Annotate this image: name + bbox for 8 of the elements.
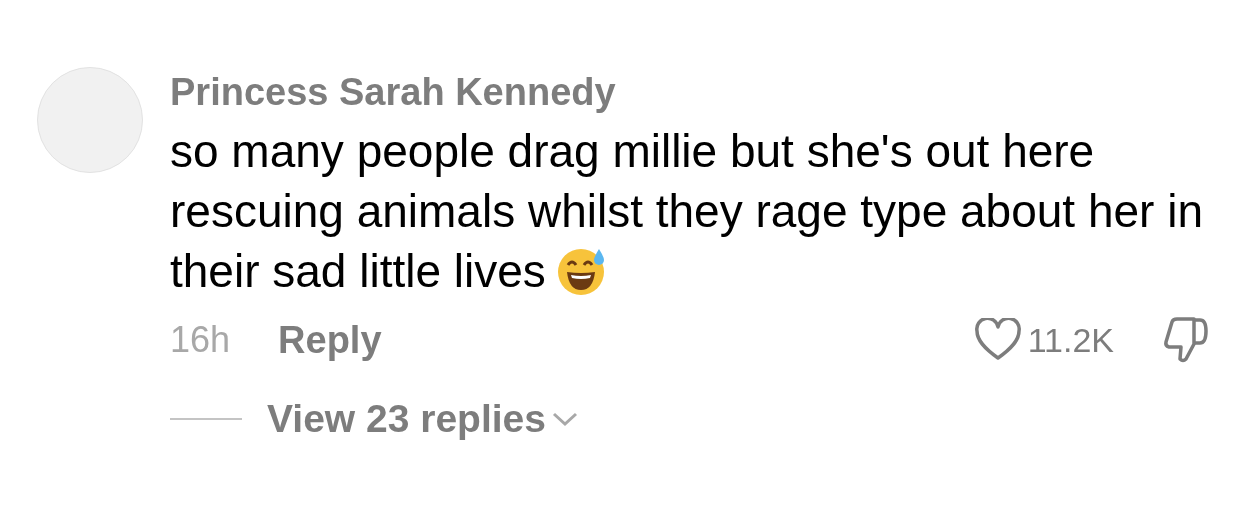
heart-icon [973,318,1022,362]
chevron-down-icon [551,411,578,427]
like-button[interactable]: 11.2K [973,318,1114,362]
author-name[interactable]: Princess Sarah Kennedy [170,67,616,117]
reply-button[interactable]: Reply [278,318,382,362]
comment-text: so many people drag millie but she's out here rescuing animals whilst they rage type about her in their sad little lives [170,124,1204,299]
view-replies-button[interactable]: View 23 replies [267,397,578,441]
timestamp: 16h [170,319,231,361]
